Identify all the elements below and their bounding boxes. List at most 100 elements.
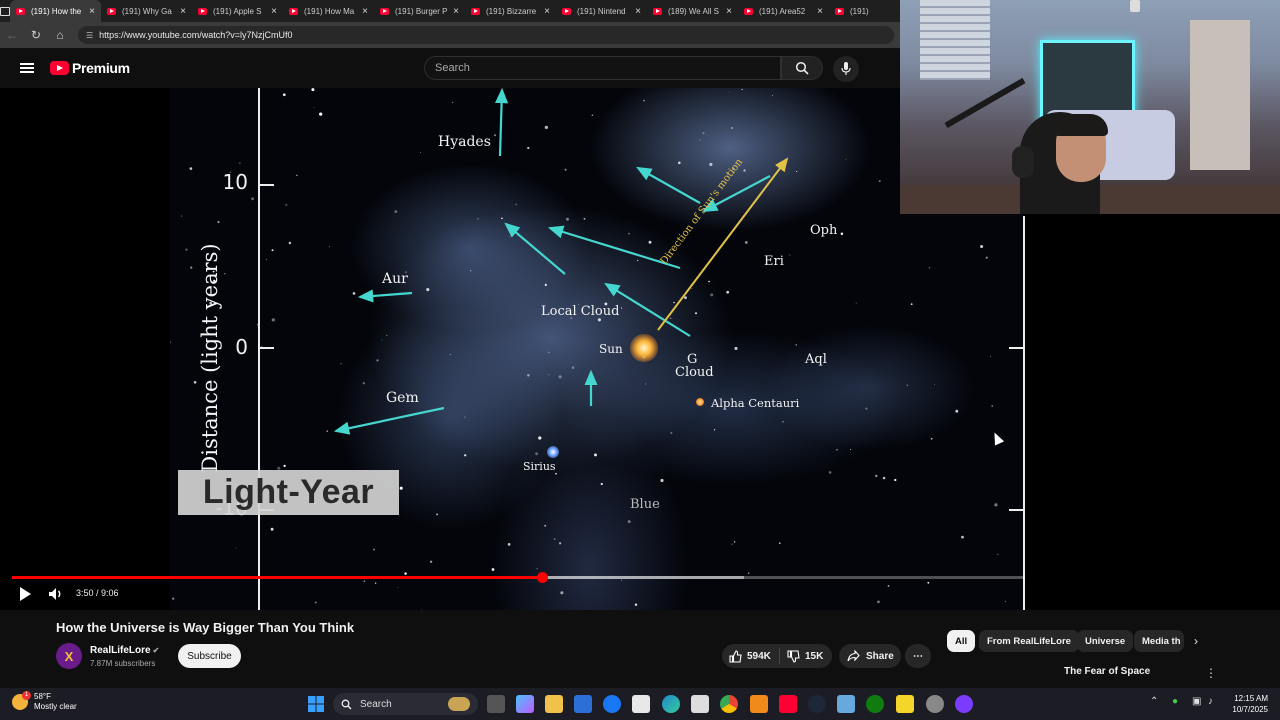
sun-star (630, 334, 658, 362)
volume-tray-icon[interactable]: ♪ (1208, 696, 1213, 707)
youtube-play-icon (50, 61, 69, 75)
label-aur: Aur (382, 271, 408, 287)
search-button[interactable] (781, 56, 823, 80)
close-tab-icon[interactable]: × (544, 6, 550, 17)
youtube-header: Premium Search (0, 48, 900, 88)
browser-tab[interactable]: (191) Apple S × (192, 0, 283, 22)
browser-tab[interactable]: (189) We All S × (647, 0, 738, 22)
site-info-icon[interactable]: ☰ (86, 31, 93, 40)
close-tab-icon[interactable]: × (817, 6, 823, 17)
app-icon[interactable] (837, 695, 855, 713)
start-icon[interactable] (307, 695, 325, 713)
close-tab-icon[interactable]: × (89, 6, 95, 17)
dislike-count: 15K (805, 650, 824, 662)
browser-tab[interactable]: (191) Nintend × (556, 0, 647, 22)
logo-text: Premium (72, 60, 130, 76)
steam-icon[interactable] (808, 695, 826, 713)
youtube-logo[interactable]: Premium (50, 60, 130, 76)
clock[interactable]: 12:15 AM 10/7/2025 (1222, 693, 1268, 715)
close-tab-icon[interactable]: × (180, 6, 186, 17)
label-eri: Eri (764, 254, 784, 269)
mute-button[interactable] (48, 585, 64, 603)
more-actions-button[interactable]: ⋯ (905, 644, 931, 668)
home-icon[interactable]: ⌂ (48, 28, 72, 42)
tray-overflow-icon[interactable]: ⌃ (1150, 696, 1158, 707)
display-tray-icon[interactable]: ▣ (1192, 696, 1201, 707)
tab-title: (191) Bizzarre (486, 6, 537, 16)
task-view-icon[interactable] (487, 695, 505, 713)
obs-icon[interactable] (955, 695, 973, 713)
label-aql: Aql (805, 352, 827, 367)
url-field[interactable]: ☰ https://www.youtube.com/watch?v=ly7Nzj… (78, 26, 894, 44)
chip-media[interactable]: Media th (1134, 630, 1184, 652)
more-vertical-icon[interactable]: ⋮ (1205, 666, 1217, 680)
share-button[interactable]: Share (839, 644, 901, 668)
webcam-overlay (900, 0, 1280, 214)
sticky-notes-icon[interactable] (896, 695, 914, 713)
youtube-favicon-icon (16, 7, 25, 15)
like-button[interactable]: 594K (722, 648, 780, 664)
taskbar-search[interactable]: Search (333, 693, 478, 715)
scrubber-handle[interactable] (536, 572, 548, 583)
label-alpha-centauri: Alpha Centauri (711, 396, 800, 410)
recommended-video-title[interactable]: The Fear of Space (1064, 666, 1150, 677)
edge-icon[interactable] (662, 695, 680, 713)
notepad-icon[interactable] (691, 695, 709, 713)
weather-condition: Mostly clear (34, 702, 77, 711)
browser-tab[interactable]: (191) Burger P × (374, 0, 465, 22)
channel-name-row[interactable]: RealLifeLore ✔ (90, 645, 159, 656)
clock-time: 12:15 AM (1234, 694, 1268, 703)
close-tab-icon[interactable]: × (726, 6, 732, 17)
vlc-icon[interactable] (750, 695, 768, 713)
file-explorer-icon[interactable] (545, 695, 563, 713)
chip-from-channel[interactable]: From RealLifeLore (979, 630, 1079, 652)
arrow-aur (357, 289, 413, 303)
browser-tab[interactable]: (191) Area52 × (738, 0, 829, 22)
light-year-caption: Light-Year (178, 470, 399, 515)
browser-tab[interactable]: (191) How Ma × (283, 0, 374, 22)
url-text: https://www.youtube.com/watch?v=ly7NzjCm… (99, 30, 293, 40)
settings-app-icon[interactable] (926, 695, 944, 713)
amazon-icon[interactable] (632, 695, 650, 713)
browser-tab[interactable]: (191) Why Ga × (101, 0, 192, 22)
webcam-mic-arm (944, 77, 1026, 129)
youtube-favicon-icon (471, 7, 480, 15)
channel-avatar[interactable]: X (56, 643, 82, 669)
browser-tab[interactable]: (191) Bizzarre × (465, 0, 556, 22)
search-icon (341, 699, 352, 709)
facebook-icon[interactable] (603, 695, 621, 713)
close-tab-icon[interactable]: × (635, 6, 641, 17)
tab-title: (191) Area52 (759, 6, 806, 16)
xbox-icon[interactable] (866, 695, 884, 713)
close-tab-icon[interactable]: × (362, 6, 368, 17)
chip-universe[interactable]: Universe (1077, 630, 1134, 652)
chips-next-icon[interactable]: › (1194, 634, 1198, 648)
browser-tab[interactable]: (191) How the × (10, 0, 101, 22)
duration: 9:06 (101, 588, 119, 598)
search-input[interactable]: Search (424, 56, 781, 80)
microphone-tray-icon[interactable]: ● (1172, 696, 1178, 707)
close-tab-icon[interactable]: × (271, 6, 277, 17)
close-tab-icon[interactable]: × (453, 6, 459, 17)
voice-search-button[interactable] (833, 56, 859, 82)
chip-all[interactable]: All (947, 630, 976, 652)
webcam-ceiling-light (1130, 0, 1140, 12)
video-info: How the Universe is Way Bigger Than You … (0, 610, 1280, 688)
dislike-button[interactable]: 15K (780, 649, 824, 663)
youtube-app-icon[interactable] (779, 695, 797, 713)
menu-icon[interactable] (20, 63, 34, 73)
back-icon[interactable]: ← (0, 28, 24, 42)
tab-actions-icon[interactable] (0, 0, 10, 22)
label-sun: Sun (599, 342, 623, 356)
copilot-icon[interactable] (516, 695, 534, 713)
store-icon[interactable] (574, 695, 592, 713)
reload-icon[interactable]: ↻ (24, 28, 48, 42)
chrome-icon[interactable] (720, 695, 738, 713)
channel-name[interactable]: RealLifeLore (90, 645, 151, 656)
sirius-star (547, 446, 559, 458)
weather-widget[interactable]: 1 58°F Mostly clear (12, 691, 77, 712)
thumbs-down-icon (787, 649, 800, 663)
play-button[interactable] (18, 585, 32, 603)
subscribe-button[interactable]: Subscribe (178, 644, 241, 668)
motion-arrows (333, 88, 789, 435)
